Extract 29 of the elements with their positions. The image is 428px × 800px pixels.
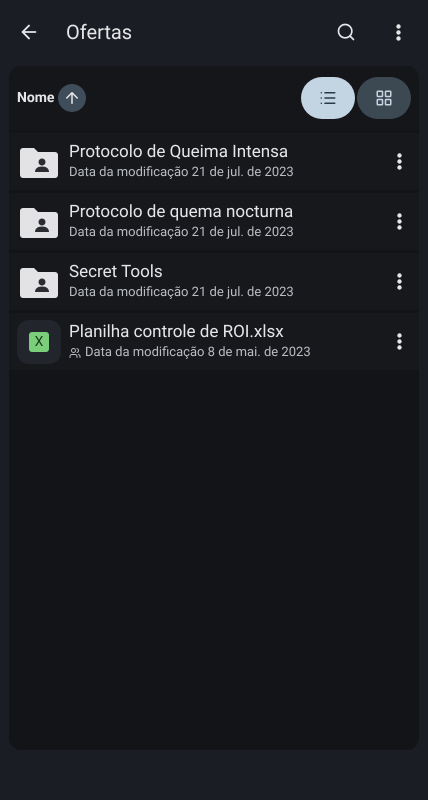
file-row[interactable]: Protocolo de Queima Intensa Data da modificação 21 de jul. de 2023 — [9, 133, 419, 190]
more-vertical-icon — [396, 333, 402, 350]
list-icon — [319, 89, 337, 107]
modified-date: Data da modificação 21 de jul. de 2023 — [69, 164, 294, 182]
grid-icon — [375, 89, 393, 107]
more-vertical-icon — [396, 24, 400, 40]
spreadsheet-icon: X — [29, 332, 49, 352]
sort-direction-button[interactable] — [58, 84, 86, 112]
file-name: Protocolo de quema nocturna — [69, 200, 294, 223]
list-view-button[interactable] — [301, 77, 355, 119]
search-icon — [336, 22, 356, 42]
modified-date: Data da modificação 21 de jul. de 2023 — [69, 224, 294, 242]
shared-folder-icon — [20, 206, 58, 238]
more-vertical-icon — [396, 153, 402, 170]
file-row[interactable]: Secret Tools Data da modificação 21 de jul. de 2023 — [9, 253, 419, 310]
sort-label[interactable]: Nome — [17, 88, 54, 108]
grid-view-button[interactable] — [357, 77, 411, 119]
page-title: Ofertas — [66, 19, 132, 46]
file-row[interactable]: X Planilha controle de ROI.xlsx Data da modificação 8 de mai. de 2023 — [9, 313, 419, 370]
more-vertical-icon — [396, 213, 402, 230]
shared-folder-icon — [20, 146, 58, 178]
modified-date: Data da modificação 8 de mai. de 2023 — [85, 344, 311, 362]
shared-folder-icon — [20, 266, 58, 298]
modified-date: Data da modificação 21 de jul. de 2023 — [69, 284, 294, 302]
more-vertical-icon — [396, 273, 402, 290]
file-name: Planilha controle de ROI.xlsx — [69, 320, 285, 343]
file-row[interactable]: Protocolo de quema nocturna Data da modificação 21 de jul. de 2023 — [9, 193, 419, 250]
file-name: Secret Tools — [69, 260, 164, 283]
file-name: Protocolo de Queima Intensa — [69, 140, 290, 163]
